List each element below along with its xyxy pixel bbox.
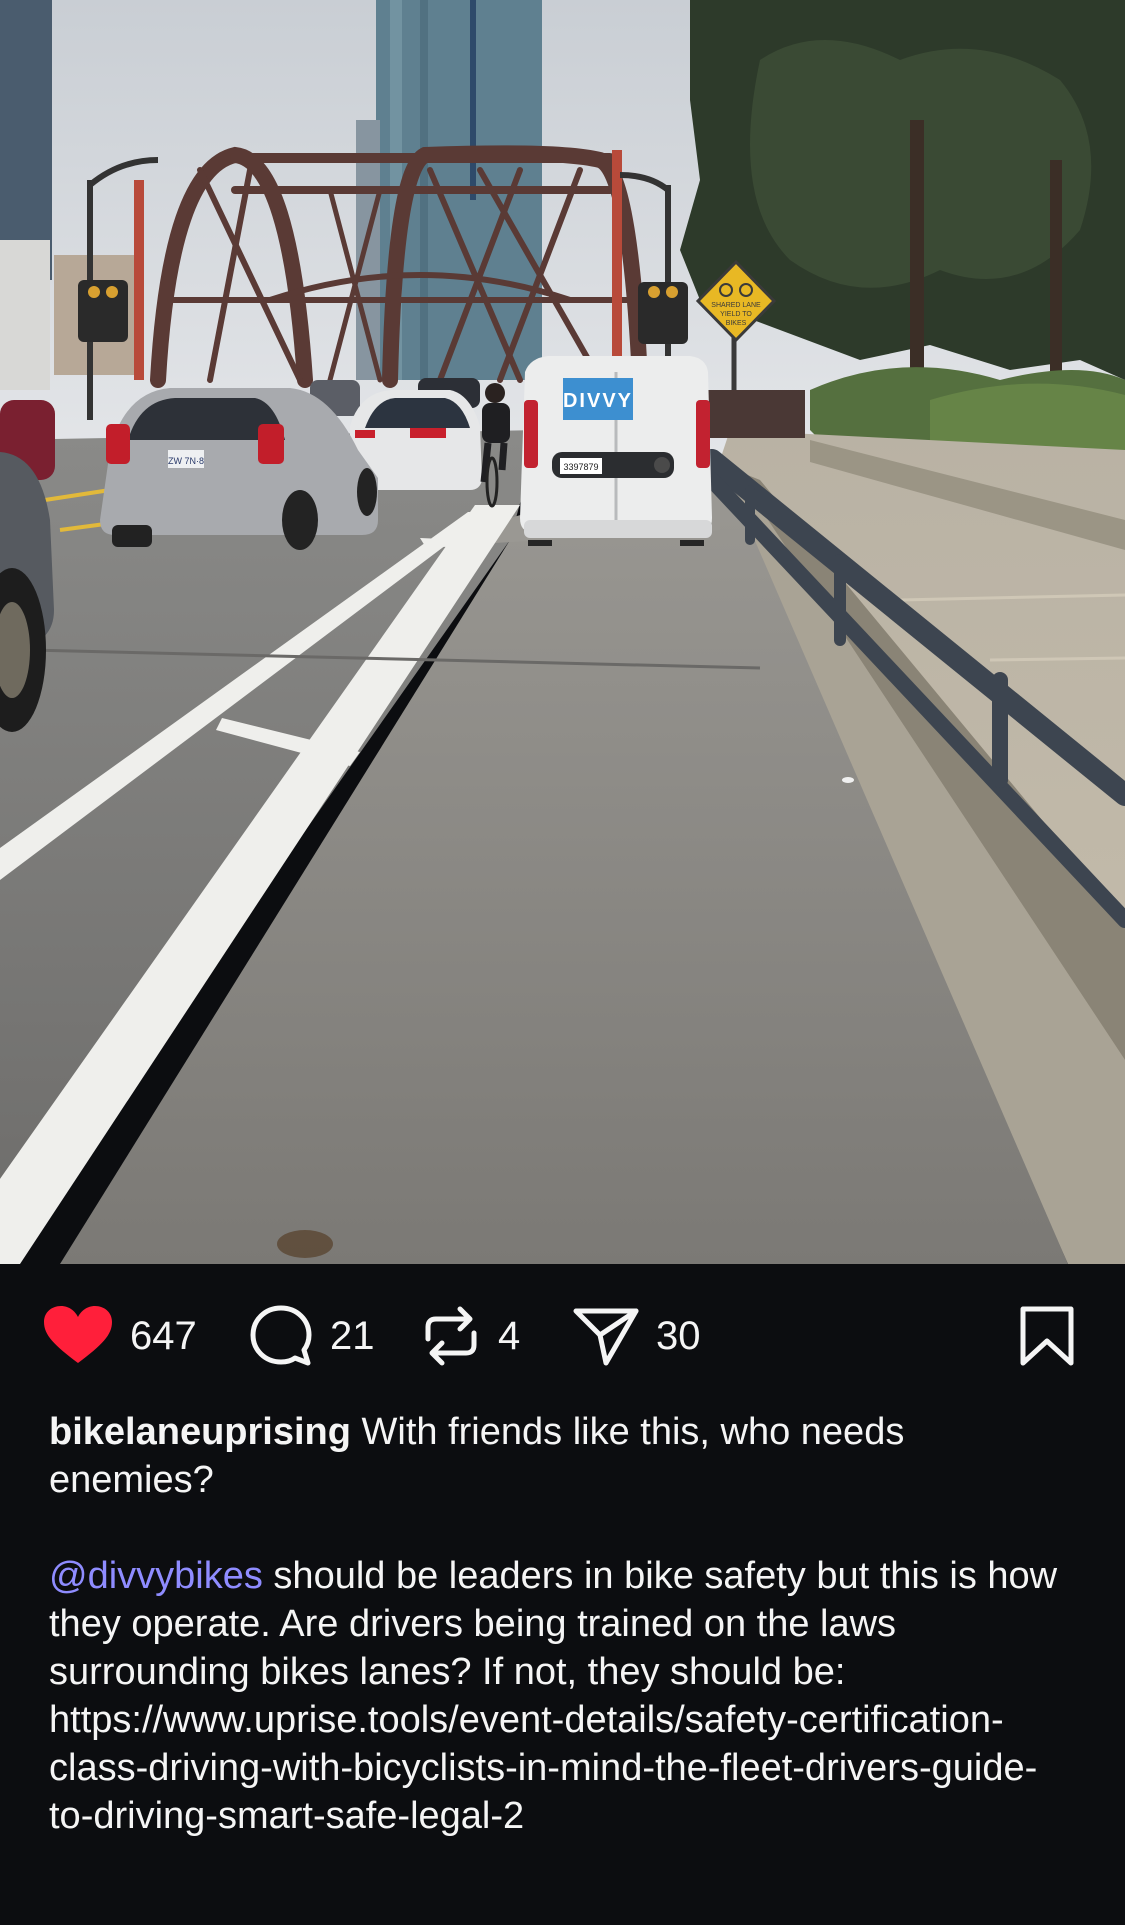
repost-count: 4: [498, 1314, 521, 1358]
comment-count: 21: [330, 1314, 375, 1358]
caption-body-text: should be leaders in bike safety but thi…: [49, 1555, 1058, 1837]
van-logo: DIVVY: [563, 390, 633, 412]
speech-bubble-icon: [250, 1305, 312, 1366]
caption-body-paragraph: @divvybikes should be leaders in bike sa…: [49, 1552, 1079, 1840]
share-count: 30: [656, 1314, 701, 1358]
sign-line-3: BIKES: [726, 320, 747, 327]
mention-link[interactable]: @divvybikes: [49, 1555, 263, 1597]
post-caption: bikelaneuprising With friends like this,…: [49, 1408, 1079, 1840]
heart-filled-icon: [44, 1306, 112, 1363]
author-username[interactable]: bikelaneuprising: [49, 1411, 351, 1453]
like-count: 647: [130, 1314, 197, 1358]
repost-action[interactable]: 4: [420, 1300, 520, 1372]
post-photo[interactable]: SHARED LANE YIELD TO BIKES ZW 7N·8 DIVVY…: [0, 0, 1125, 1264]
sign-line-1: SHARED LANE: [711, 302, 761, 309]
post-action-bar: 647 21 4 30: [0, 1264, 1125, 1408]
paper-plane-icon: [573, 1308, 639, 1366]
divvy-van: DIVVY 3397879: [520, 356, 712, 546]
like-action[interactable]: 647: [42, 1300, 197, 1372]
save-button[interactable]: [1018, 1300, 1076, 1372]
hatchback-plate: ZW 7N·8: [168, 456, 204, 466]
comment-action[interactable]: 21: [248, 1300, 375, 1372]
share-action[interactable]: 30: [572, 1300, 701, 1372]
van-plate: 3397879: [563, 462, 598, 472]
sign-line-2: YIELD TO: [720, 311, 752, 318]
bookmark-icon: [1020, 1306, 1074, 1366]
caption-first-paragraph: bikelaneuprising With friends like this,…: [49, 1408, 1079, 1504]
repost-arrows-icon: [425, 1306, 477, 1366]
